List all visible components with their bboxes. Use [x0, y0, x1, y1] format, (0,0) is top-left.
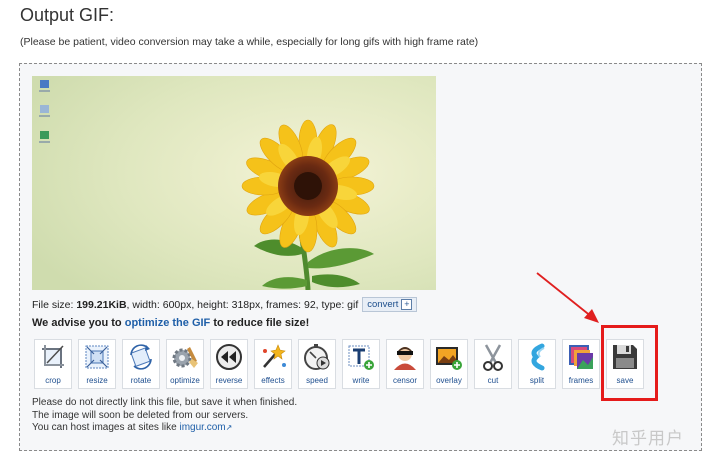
file-info: File size: 199.21KiB, width: 600px, heig…: [32, 297, 418, 312]
crop-tool-button[interactable]: crop: [34, 339, 72, 389]
write-label: write: [352, 376, 370, 385]
split-tool-button[interactable]: split: [518, 339, 556, 389]
gear-icon: [172, 347, 198, 368]
footer-notes: Please do not directly link this file, b…: [32, 397, 297, 435]
footer-line-link-warning: Please do not directly link this file, b…: [32, 397, 298, 408]
write-tool-button[interactable]: write: [342, 339, 380, 389]
effects-label: effects: [261, 376, 285, 385]
save-highlight-box: [601, 325, 658, 401]
cut-tool-button[interactable]: cut: [474, 339, 512, 389]
crop-icon: [42, 345, 64, 368]
overlay-label: overlay: [436, 376, 462, 385]
watermark: 知乎用户: [612, 429, 684, 448]
tool-bar: crop resize rotate optimize reverse effe…: [34, 339, 644, 391]
text-icon: [348, 345, 374, 370]
resize-tool-button[interactable]: resize: [78, 339, 116, 389]
footer-line-hosting: You can host images at sites like imgur.…: [32, 422, 297, 435]
rewind-icon: [216, 344, 242, 370]
cut-label: cut: [487, 376, 499, 385]
patience-note: (Please be patient, video conversion may…: [20, 36, 479, 48]
speed-tool-button[interactable]: speed: [298, 339, 336, 389]
optimize-label: optimize: [170, 376, 200, 385]
hosting-text: You can host images at sites like: [32, 422, 180, 433]
speed-label: speed: [306, 376, 328, 385]
reverse-tool-button[interactable]: reverse: [210, 339, 248, 389]
split-icon: [531, 343, 545, 371]
overlay-image-icon: [436, 347, 462, 370]
rotate-icon: [130, 344, 152, 370]
file-details: , width: 600px, height: 318px, frames: 9…: [126, 299, 359, 311]
crop-label: crop: [45, 376, 61, 385]
censor-tool-button[interactable]: censor: [386, 339, 424, 389]
scissors-icon: [483, 344, 503, 371]
file-size-prefix: File size:: [32, 299, 77, 311]
gif-preview: [32, 76, 436, 290]
resize-icon: [85, 345, 109, 369]
frames-tool-button[interactable]: frames: [562, 339, 600, 389]
optimize-link[interactable]: optimize the GIF: [125, 317, 211, 329]
censor-label: censor: [392, 376, 417, 385]
advice-text-before: We advise you to: [32, 317, 125, 329]
split-label: split: [529, 376, 545, 385]
convert-button[interactable]: convert +: [362, 297, 418, 312]
imgur-link[interactable]: imgur.com: [180, 422, 226, 433]
advice-text-after: to reduce file size!: [210, 317, 310, 329]
external-link-icon: ↗: [225, 423, 233, 432]
footer-line-deletion: The image will soon be deleted from our …: [32, 409, 249, 421]
rotate-label: rotate: [130, 376, 152, 385]
optimize-tool-button[interactable]: optimize: [166, 339, 204, 389]
file-size-value: 199.21KiB: [76, 299, 127, 311]
frames-icon: [569, 345, 593, 369]
effects-tool-button[interactable]: effects: [254, 339, 292, 389]
resize-label: resize: [86, 376, 108, 385]
overlay-tool-button[interactable]: overlay: [430, 339, 468, 389]
magic-wand-icon: [263, 344, 286, 368]
rotate-tool-button[interactable]: rotate: [122, 339, 160, 389]
expand-plus-icon: +: [401, 299, 413, 310]
convert-label: convert: [367, 299, 399, 310]
reverse-label: reverse: [215, 376, 243, 385]
stopwatch-icon: [304, 344, 330, 370]
frames-label: frames: [568, 376, 594, 385]
sunflower-image: [32, 76, 436, 290]
censor-face-icon: [394, 347, 416, 370]
page-title: Output GIF:: [20, 5, 115, 25]
optimize-advice: We advise you to optimize the GIF to red…: [32, 317, 309, 329]
